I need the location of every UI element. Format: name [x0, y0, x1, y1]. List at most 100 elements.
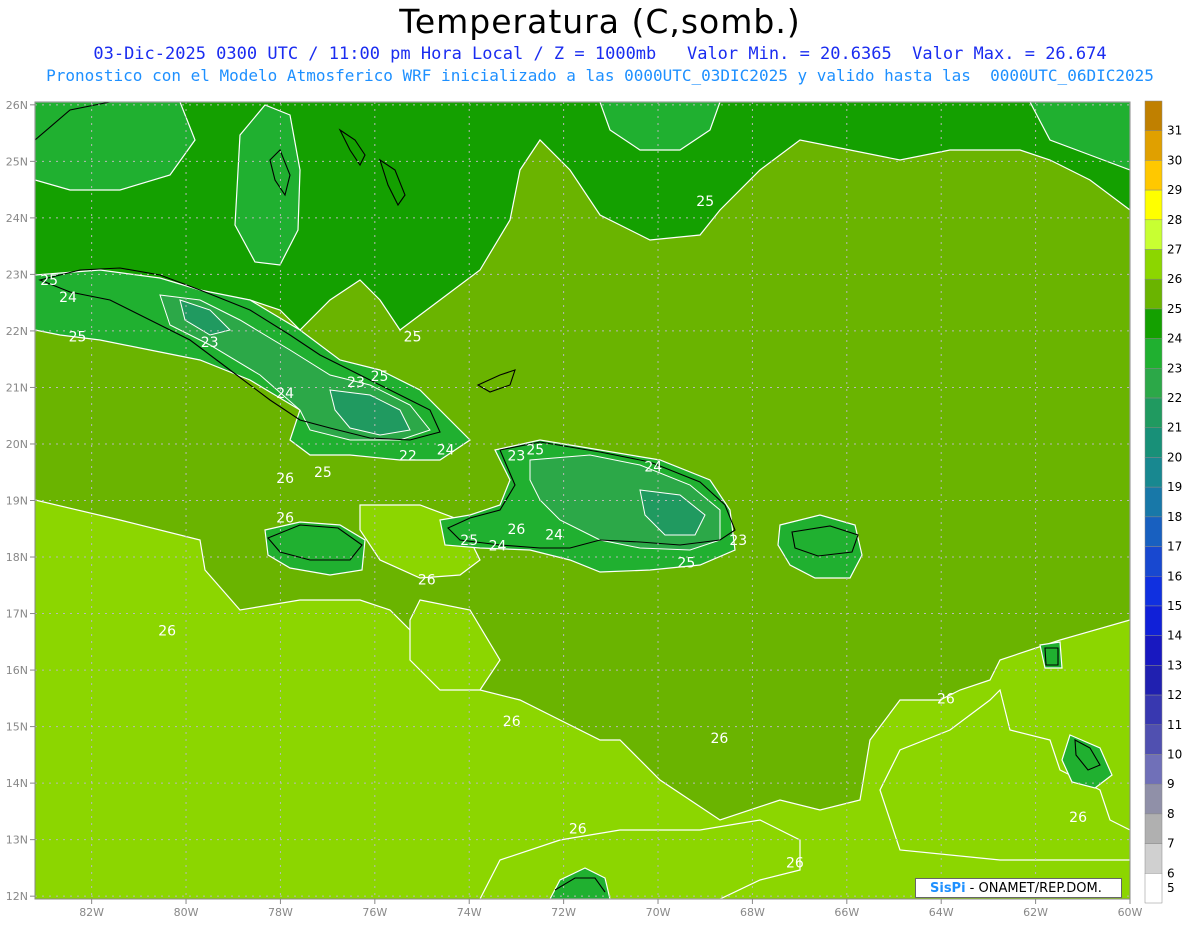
contour-label: 22: [399, 448, 417, 464]
colorbar-swatch: [1144, 516, 1163, 547]
contour-label: 26: [158, 624, 176, 640]
credit-text: - ONAMET/REP.DOM.: [965, 881, 1102, 896]
colorbar-swatch: [1144, 783, 1163, 815]
lat-label: 14N: [6, 777, 28, 790]
contour-label: 25: [696, 194, 714, 210]
colorbar-label: 9: [1167, 777, 1175, 791]
credit-box: SisPi - ONAMET/REP.DOM.: [915, 878, 1122, 898]
colorbar-swatch: [1144, 308, 1163, 339]
colorbar-swatch: [1144, 843, 1163, 874]
colorbar-label: 6: [1167, 866, 1175, 880]
contour-label: 26: [508, 522, 526, 538]
lat-label: 21N: [6, 381, 28, 394]
colorbar-swatch: [1144, 219, 1163, 250]
colorbar-swatch: [1144, 249, 1163, 280]
temperature-map: 26N 25N 24N 23N 22N 21N 20N 19N 18N 17N 16N 15N 14N 1…: [6, 99, 1183, 919]
colorbar-label: 18: [1167, 510, 1182, 524]
colorbar-label: 10: [1167, 747, 1182, 761]
colorbar-swatch: [1144, 100, 1163, 131]
colorbar-label: 29: [1167, 183, 1182, 197]
colorbar-label: 31: [1167, 124, 1182, 138]
colorbar-label: 26: [1167, 272, 1182, 286]
lon-label: 80W: [174, 906, 199, 919]
longitude-labels: 82W 80W 78W 76W 74W 72W 70W 68W 66W 64W 62W 60W: [79, 899, 1143, 919]
contour-label: 24: [276, 386, 294, 402]
colorbar-swatch: [1144, 635, 1163, 666]
contour-label: 26: [710, 731, 728, 747]
lat-label: 24N: [6, 212, 28, 225]
contour-label: 26: [569, 821, 587, 837]
field-zone-bahamas: [234, 104, 301, 266]
colorbar-swatch: [1144, 873, 1163, 904]
lon-label: 70W: [646, 906, 671, 919]
colorbar-swatch: [1144, 130, 1163, 161]
colorbar-swatch: [1144, 160, 1163, 191]
colorbar-label: 15: [1167, 599, 1182, 613]
contour-label: 23: [729, 533, 747, 549]
contour-label: 25: [40, 273, 58, 289]
colorbar-swatch: [1144, 338, 1163, 369]
colorbar-swatch: [1144, 724, 1163, 755]
lat-label: 23N: [6, 268, 28, 281]
contour-label: 25: [314, 465, 332, 481]
contour-label: 23: [201, 335, 219, 351]
contour-label: 26: [418, 573, 436, 589]
contour-label: 25: [460, 533, 478, 549]
colorbar-label: 8: [1167, 807, 1175, 821]
lon-label: 78W: [268, 906, 293, 919]
colorbar-swatch: [1144, 427, 1163, 458]
colorbar-swatch: [1144, 278, 1163, 310]
colorbar: 31 30 29 28 27 26 25 24 23 22 21 20 19 18 17 16 15 14 13 12…: [1144, 100, 1182, 904]
contour-label: 26: [1069, 810, 1087, 826]
lat-label: 25N: [6, 155, 28, 168]
lat-label: 16N: [6, 664, 28, 677]
lon-label: 74W: [457, 906, 482, 919]
contour-label: 25: [677, 556, 695, 572]
lat-label: 22N: [6, 325, 28, 338]
lat-label: 12N: [6, 890, 28, 903]
colorbar-label: 17: [1167, 540, 1182, 554]
lat-label: 15N: [6, 721, 28, 734]
contour-label: 25: [371, 369, 389, 385]
lat-label: 17N: [6, 608, 28, 621]
colorbar-label: 20: [1167, 450, 1182, 464]
lon-label: 82W: [79, 906, 104, 919]
colorbar-swatch: [1144, 368, 1163, 399]
colorbar-label: 24: [1167, 332, 1182, 346]
latitude-labels: 26N 25N 24N 23N 22N 21N 20N 19N 18N 17N 16N 15N 14N 1…: [6, 99, 35, 903]
lon-label: 66W: [834, 906, 859, 919]
colorbar-label: 25: [1167, 302, 1182, 316]
colorbar-swatch: [1144, 754, 1163, 785]
colorbar-swatch: [1144, 576, 1163, 607]
lon-label: 76W: [362, 906, 387, 919]
colorbar-swatch: [1144, 813, 1163, 844]
colorbar-swatch: [1144, 486, 1163, 518]
colorbar-label: 23: [1167, 361, 1182, 375]
lat-label: 13N: [6, 834, 28, 847]
contour-label: 25: [526, 443, 544, 459]
colorbar-label: 7: [1167, 837, 1175, 851]
contour-label: 26: [786, 855, 804, 871]
colorbar-swatch: [1144, 397, 1163, 428]
contour-label: 24: [489, 539, 507, 555]
contour-label: 23: [347, 375, 365, 391]
colorbar-label: 11: [1167, 718, 1182, 732]
colorbar-swatch: [1144, 546, 1163, 577]
contour-label: 25: [404, 330, 422, 346]
colorbar-swatch: [1144, 694, 1163, 726]
colorbar-swatch: [1144, 457, 1163, 488]
contour-label: 26: [276, 510, 294, 526]
contour-label: 26: [503, 714, 521, 730]
lon-label: 60W: [1118, 906, 1143, 919]
contour-label: 24: [545, 527, 563, 543]
contour-label: 24: [59, 290, 77, 306]
credit-brand: SisPi: [930, 881, 966, 896]
contour-label: 25: [69, 330, 87, 346]
contour-label: 24: [437, 443, 455, 459]
lon-label: 72W: [551, 906, 576, 919]
colorbar-label: 30: [1167, 153, 1182, 167]
colorbar-swatch: [1144, 605, 1163, 636]
lon-label: 64W: [929, 906, 954, 919]
lat-label: 26N: [6, 99, 28, 112]
colorbar-label: 5: [1167, 881, 1175, 895]
